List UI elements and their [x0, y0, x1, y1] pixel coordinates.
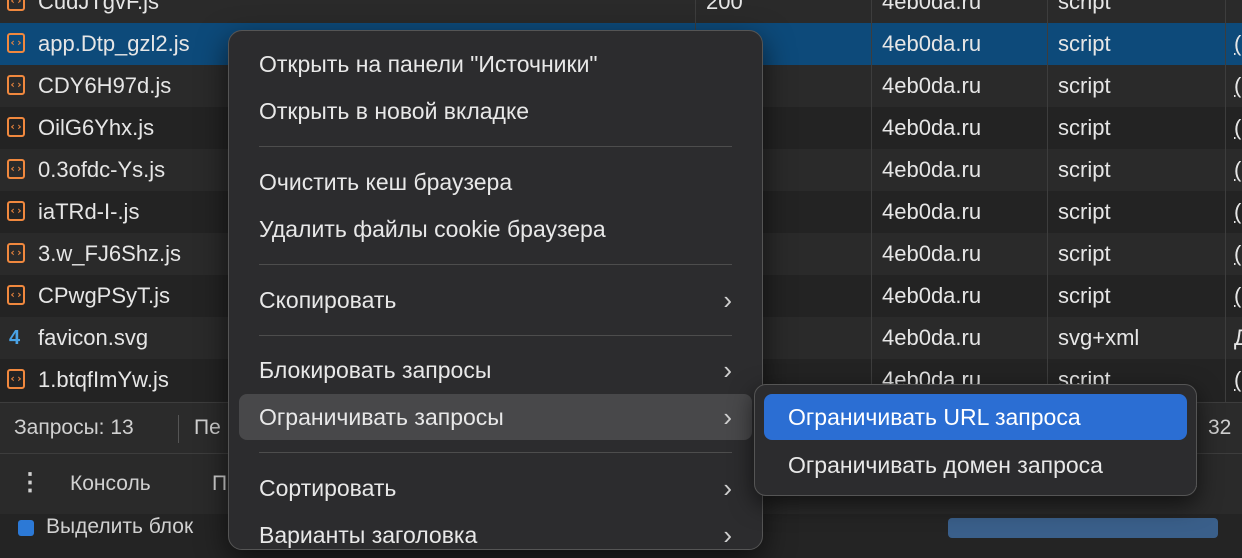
request-type: script: [1058, 157, 1111, 182]
js-file-icon: ‹›: [7, 33, 25, 53]
request-domain: 4eb0da.ru: [882, 115, 982, 140]
menu-item-label: Блокировать запросы: [259, 357, 492, 383]
menu-item-open-in-new-tab[interactable]: Открыть в новой вкладке: [239, 88, 752, 134]
menu-item-label: Сортировать: [259, 475, 397, 501]
column-divider[interactable]: [1225, 0, 1226, 402]
request-type: script: [1058, 283, 1111, 308]
request-initiator[interactable]: (: [1234, 191, 1242, 233]
svg-file-icon: 4: [9, 327, 21, 349]
menu-item-label: Удалить файлы cookie браузера: [259, 216, 606, 242]
menu-item-block-requests[interactable]: Блокировать запросы ›: [239, 347, 752, 393]
throttle-submenu: Ограничивать URL запроса Ограничивать до…: [754, 384, 1197, 496]
request-initiator[interactable]: [1234, 0, 1242, 23]
js-file-icon: ‹›: [7, 369, 25, 389]
js-file-icon: ‹›: [7, 117, 25, 137]
request-initiator[interactable]: (: [1234, 233, 1242, 275]
request-type: script: [1058, 241, 1111, 266]
menu-item-copy[interactable]: Скопировать ›: [239, 277, 752, 323]
menu-item-label: Скопировать: [259, 287, 397, 313]
filter-field[interactable]: [948, 518, 1218, 538]
request-initiator[interactable]: (: [1234, 23, 1242, 65]
js-file-icon: ‹›: [7, 0, 25, 11]
highlight-checkbox-label: Выделить блок: [46, 515, 194, 538]
submenu-item-throttle-domain[interactable]: Ограничивать домен запроса: [764, 442, 1187, 488]
js-file-icon: ‹›: [7, 243, 25, 263]
request-initiator[interactable]: (: [1234, 275, 1242, 317]
menu-item-open-in-sources[interactable]: Открыть на панели "Источники": [239, 41, 752, 87]
tab-second[interactable]: П: [212, 454, 227, 514]
chevron-right-icon: ›: [723, 355, 732, 385]
request-initiator[interactable]: (: [1234, 65, 1242, 107]
menu-item-label: Очистить кеш браузера: [259, 169, 513, 195]
resources-summary: 32: [1208, 416, 1232, 439]
column-divider[interactable]: [1047, 0, 1048, 402]
request-domain: 4eb0da.ru: [882, 157, 982, 182]
chevron-right-icon: ›: [723, 285, 732, 315]
js-file-icon: ‹›: [7, 75, 25, 95]
request-type: script: [1058, 73, 1111, 98]
request-domain: 4eb0da.ru: [882, 283, 982, 308]
request-domain: 4eb0da.ru: [882, 241, 982, 266]
menu-item-label: Варианты заголовка: [259, 522, 478, 548]
request-initiator[interactable]: Д: [1234, 317, 1242, 359]
request-type: script: [1058, 199, 1111, 224]
js-file-icon: ‹›: [7, 159, 25, 179]
request-status: 200: [706, 0, 743, 14]
request-type: svg+xml: [1058, 325, 1140, 350]
status-divider: [178, 415, 179, 443]
tab-console[interactable]: Консоль: [70, 454, 151, 514]
menu-separator: [259, 146, 732, 147]
menu-item-label: Открыть на панели "Источники": [259, 51, 598, 77]
menu-item-delete-cookies[interactable]: Удалить файлы cookie браузера: [239, 206, 752, 252]
chevron-right-icon: ›: [723, 402, 732, 432]
request-domain: 4eb0da.ru: [882, 325, 982, 350]
context-menu: Открыть на панели "Источники" Открыть в …: [228, 30, 763, 550]
submenu-item-label: Ограничивать URL запроса: [788, 404, 1081, 430]
menu-item-clear-cache[interactable]: Очистить кеш браузера: [239, 159, 752, 205]
menu-item-throttle-requests[interactable]: Ограничивать запросы ›: [239, 394, 752, 440]
request-initiator[interactable]: (: [1234, 107, 1242, 149]
request-domain: 4eb0da.ru: [882, 199, 982, 224]
js-file-icon: ‹›: [7, 285, 25, 305]
submenu-item-throttle-url[interactable]: Ограничивать URL запроса: [764, 394, 1187, 440]
menu-separator: [259, 264, 732, 265]
request-domain: 4eb0da.ru: [882, 73, 982, 98]
request-initiator[interactable]: (: [1234, 359, 1242, 401]
drawer-menu-icon[interactable]: ⋮: [18, 470, 42, 496]
table-row[interactable]: ‹› CudJTgvF.js 200 4eb0da.ru script: [0, 0, 1242, 23]
highlight-checkbox[interactable]: [18, 520, 34, 536]
request-type: script: [1058, 0, 1111, 14]
request-name: CudJTgvF.js: [38, 0, 160, 14]
menu-item-header-options[interactable]: Варианты заголовка ›: [239, 512, 752, 558]
submenu-item-label: Ограничивать домен запроса: [788, 452, 1103, 478]
menu-item-label: Ограничивать запросы: [259, 404, 504, 430]
chevron-right-icon: ›: [723, 473, 732, 503]
transferred-summary: Пе: [194, 416, 221, 439]
request-domain: 4eb0da.ru: [882, 0, 982, 14]
js-file-icon: ‹›: [7, 201, 25, 221]
menu-separator: [259, 335, 732, 336]
chevron-right-icon: ›: [723, 520, 732, 550]
request-domain: 4eb0da.ru: [882, 31, 982, 56]
menu-item-sort[interactable]: Сортировать ›: [239, 465, 752, 511]
column-divider[interactable]: [871, 0, 872, 402]
request-initiator[interactable]: (: [1234, 149, 1242, 191]
menu-item-label: Открыть в новой вкладке: [259, 98, 530, 124]
menu-separator: [259, 452, 732, 453]
request-type: script: [1058, 31, 1111, 56]
requests-count: Запросы: 13: [14, 416, 134, 439]
request-type: script: [1058, 115, 1111, 140]
